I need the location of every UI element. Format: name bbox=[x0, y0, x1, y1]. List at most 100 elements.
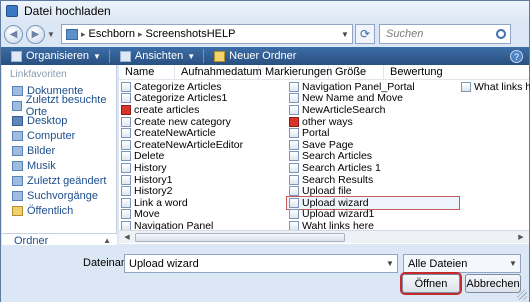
refresh-button[interactable]: ⟳ bbox=[355, 24, 375, 44]
chevron-down-icon[interactable]: ▼ bbox=[506, 259, 520, 268]
file-name: Search Articles bbox=[302, 150, 373, 163]
cancel-button[interactable]: Abbrechen bbox=[465, 274, 521, 293]
file-item[interactable]: Upload wizard1 bbox=[287, 208, 459, 221]
file-item[interactable]: History bbox=[119, 162, 287, 174]
sidebar-item-oeffentlich[interactable]: Öffentlich bbox=[2, 203, 116, 218]
sidebar-item-label: Desktop bbox=[27, 114, 68, 127]
file-name: History1 bbox=[134, 173, 173, 186]
file-item[interactable]: CreateNewArticle bbox=[119, 127, 287, 139]
sidebar-item-label: Zuletzt geändert bbox=[27, 174, 107, 187]
file-item[interactable]: New Name and Move bbox=[287, 92, 459, 104]
file-item[interactable]: Upload wizard bbox=[286, 195, 460, 210]
file-item[interactable]: History2 bbox=[119, 185, 287, 197]
sidebar-item-suchvorgaenge[interactable]: Suchvorgänge bbox=[2, 188, 116, 203]
column-headers: Name Aufnahmedatum Markierungen Größe Be… bbox=[119, 64, 529, 80]
file-item[interactable]: Search Results bbox=[287, 174, 459, 186]
breadcrumb-eschborn[interactable]: Eschborn bbox=[89, 28, 135, 40]
views-button[interactable]: Ansichten ▼ bbox=[119, 50, 195, 62]
filename-value: Upload wizard bbox=[129, 257, 199, 270]
help-icon[interactable]: ? bbox=[510, 49, 523, 63]
sidebar-item-zuletzt-geaendert[interactable]: Zuletzt geändert bbox=[2, 173, 116, 188]
recent-places-icon bbox=[12, 100, 22, 111]
back-button[interactable]: ◀ bbox=[4, 24, 23, 44]
new-folder-label: Neuer Ordner bbox=[229, 50, 297, 62]
breadcrumb-separator-icon[interactable]: ▸ bbox=[81, 29, 86, 40]
file-item[interactable]: create articles bbox=[119, 104, 287, 116]
column-header-aufnahmedatum[interactable]: Aufnahmedatum bbox=[175, 64, 262, 80]
file-item[interactable]: other ways bbox=[287, 116, 459, 128]
column-header-name[interactable]: Name bbox=[119, 64, 175, 80]
file-icon bbox=[121, 116, 131, 127]
file-item[interactable]: Upload file bbox=[287, 185, 459, 197]
sidebar-item-label: Musik bbox=[27, 159, 56, 172]
file-item[interactable]: NewArticleSearch bbox=[287, 104, 459, 116]
column-header-groesse[interactable]: Größe bbox=[329, 64, 384, 80]
file-item[interactable]: CreateNewArticleEditor bbox=[119, 139, 287, 151]
file-item[interactable]: Save Page bbox=[287, 139, 459, 151]
file-item[interactable]: History1 bbox=[119, 174, 287, 186]
file-name: Categorize Articles1 bbox=[134, 92, 228, 105]
file-icon bbox=[289, 209, 299, 220]
file-item[interactable]: Delete bbox=[119, 150, 287, 162]
sidebar-item-label: Computer bbox=[27, 129, 76, 142]
file-icon bbox=[121, 151, 131, 162]
file-item[interactable]: Move bbox=[119, 208, 287, 220]
file-item[interactable]: Link a word bbox=[119, 197, 287, 209]
file-item[interactable]: Portal bbox=[287, 127, 459, 139]
sidebar-item-computer[interactable]: Computer bbox=[2, 128, 116, 143]
file-icon bbox=[289, 151, 299, 162]
command-toolbar: Organisieren ▼ Ansichten ▼ Neuer Ordner … bbox=[1, 47, 529, 65]
sidebar-item-zuletzt-besuchte-orte[interactable]: Zuletzt besuchte Orte bbox=[2, 94, 116, 118]
pdf-file-icon bbox=[121, 104, 131, 115]
file-name: Search Articles 1 bbox=[302, 161, 381, 174]
address-bar[interactable]: ▸ Eschborn ▸ ScreenshotsHELP ▼ bbox=[61, 24, 353, 44]
scroll-left-icon[interactable]: ◀ bbox=[121, 232, 133, 243]
scrollbar-thumb[interactable] bbox=[135, 233, 345, 242]
file-item[interactable]: Categorize Articles bbox=[119, 81, 287, 93]
toolbar-divider bbox=[203, 49, 205, 63]
history-dropdown-icon[interactable]: ▼ bbox=[47, 30, 57, 39]
file-icon bbox=[289, 81, 299, 92]
column-header-markierungen[interactable]: Markierungen bbox=[259, 64, 332, 80]
file-item[interactable]: Categorize Articles1 bbox=[119, 92, 287, 105]
file-type-value: Alle Dateien bbox=[408, 257, 468, 270]
search-placeholder: Suchen bbox=[386, 28, 424, 40]
column-header-bewertung[interactable]: Bewertung bbox=[384, 65, 464, 80]
file-name: Save Page bbox=[302, 138, 354, 151]
file-icon bbox=[289, 104, 299, 115]
open-button[interactable]: Öffnen bbox=[402, 274, 460, 293]
sidebar-item-bilder[interactable]: Bilder bbox=[2, 143, 116, 158]
breadcrumb-separator-icon[interactable]: ▸ bbox=[138, 29, 143, 40]
filename-input[interactable]: Upload wizard ▼ bbox=[124, 254, 398, 273]
file-icon bbox=[121, 81, 131, 92]
horizontal-scrollbar[interactable]: ◀ ▶ bbox=[119, 230, 529, 243]
file-item[interactable]: What links here bbox=[459, 81, 530, 93]
public-folder-icon bbox=[12, 205, 23, 216]
file-icon bbox=[121, 174, 131, 185]
file-column: Navigation Panel_Portal New Name and Move… bbox=[286, 81, 460, 232]
file-item[interactable]: Create new category bbox=[119, 116, 287, 128]
file-name: CreateNewArticle bbox=[134, 127, 216, 140]
file-item[interactable]: Search Articles 1 bbox=[287, 162, 459, 174]
sidebar-item-musik[interactable]: Musik bbox=[2, 158, 116, 173]
file-column: Categorize Articles Categorize Articles1 c… bbox=[119, 81, 287, 232]
scroll-right-icon[interactable]: ▶ bbox=[515, 232, 527, 243]
address-dropdown-icon[interactable]: ▼ bbox=[338, 30, 352, 39]
chevron-down-icon[interactable]: ▼ bbox=[383, 259, 397, 268]
new-folder-icon bbox=[214, 50, 226, 62]
desktop-icon bbox=[12, 115, 23, 126]
new-folder-button[interactable]: Neuer Ordner bbox=[214, 50, 296, 62]
breadcrumb-screenshotshelp[interactable]: ScreenshotsHELP bbox=[146, 28, 236, 40]
resize-grip-icon[interactable] bbox=[517, 290, 527, 300]
search-input[interactable]: Suchen bbox=[379, 24, 511, 44]
forward-button[interactable]: ▶ bbox=[26, 24, 45, 44]
file-name: Upload wizard1 bbox=[302, 208, 375, 221]
file-upload-dialog: Datei hochladen ◀ ▶ ▼ ▸ Eschborn ▸ Scree… bbox=[0, 0, 530, 302]
file-name: Upload wizard bbox=[302, 196, 369, 209]
file-icon bbox=[121, 162, 131, 173]
file-item[interactable]: Search Articles bbox=[287, 150, 459, 163]
views-label: Ansichten bbox=[134, 50, 184, 62]
file-type-select[interactable]: Alle Dateien ▼ bbox=[403, 254, 521, 273]
organize-button[interactable]: Organisieren ▼ bbox=[11, 50, 101, 62]
file-item[interactable]: Navigation Panel_Portal bbox=[287, 81, 459, 93]
